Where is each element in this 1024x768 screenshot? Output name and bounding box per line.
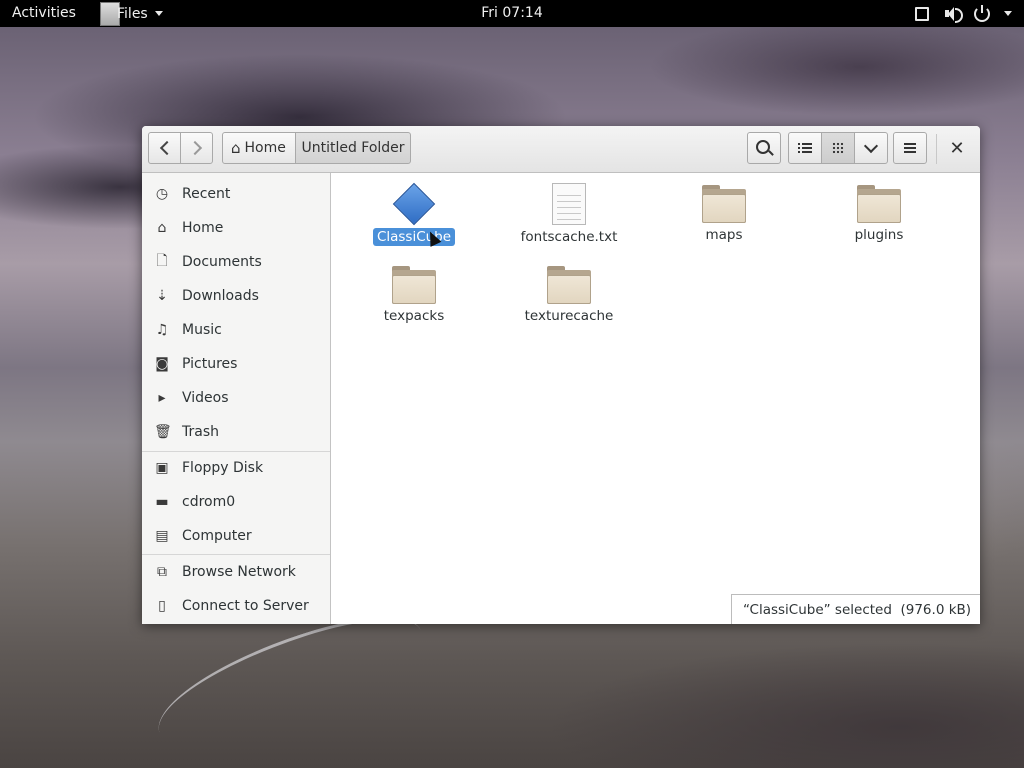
close-icon: ✕ xyxy=(949,137,965,159)
menu-button[interactable] xyxy=(893,132,927,164)
sidebar-item-home[interactable]: ⌂ Home xyxy=(142,211,330,245)
sidebar-item-browse-network[interactable]: ⧉ Browse Network xyxy=(142,555,330,589)
breadcrumb-current-label: Untitled Folder xyxy=(301,140,405,156)
power-icon[interactable] xyxy=(974,4,990,22)
file-item-maps[interactable]: maps xyxy=(659,185,789,244)
sidebar-item-label: Trash xyxy=(182,424,219,440)
network-icon: ⧉ xyxy=(157,564,167,580)
clock[interactable]: Fri 07:14 xyxy=(0,5,1024,21)
chevron-down-icon xyxy=(863,138,879,153)
header-separator xyxy=(936,134,937,164)
file-item-label: fontscache.txt xyxy=(520,229,618,245)
sidebar-item-label: Home xyxy=(182,220,224,236)
view-options-button[interactable] xyxy=(854,132,888,164)
chevron-left-icon xyxy=(159,140,174,156)
volume-icon[interactable] xyxy=(944,6,963,23)
folder-icon xyxy=(547,266,591,304)
breadcrumb-home[interactable]: ⌂ Home xyxy=(222,132,296,164)
floppy-disk-icon: ▣ xyxy=(155,460,169,476)
sidebar-item-videos[interactable]: ▸ Videos xyxy=(142,381,330,415)
sidebar-item-recent[interactable]: ◷ Recent xyxy=(142,177,330,211)
documents-icon: 🗋 xyxy=(156,253,168,269)
executable-file-icon xyxy=(392,182,436,226)
file-item-label: texpacks xyxy=(383,308,445,324)
system-menu-arrow-icon[interactable] xyxy=(1004,11,1012,16)
window-icon[interactable] xyxy=(914,6,930,22)
sidebar-item-label: cdrom0 xyxy=(182,494,236,510)
chevron-right-icon xyxy=(187,140,202,156)
status-text: “ClassiCube” selected (976.0 kB) xyxy=(743,601,972,618)
file-item-label: maps xyxy=(705,227,743,243)
list-view-button[interactable] xyxy=(788,132,822,164)
drive-icon: ▬ xyxy=(155,494,169,510)
top-bar: Activities Files Fri 07:14 xyxy=(0,0,1024,27)
search-button[interactable] xyxy=(747,132,781,164)
trash-icon: 🗑 xyxy=(154,424,172,440)
file-item-label: texturecache xyxy=(524,308,614,324)
grid-view-button[interactable] xyxy=(821,132,855,164)
pictures-icon: ◙ xyxy=(155,356,169,372)
recent-icon: ◷ xyxy=(155,186,169,202)
grid-view-icon xyxy=(832,142,844,154)
sidebar-item-label: Connect to Server xyxy=(182,598,309,614)
system-tray[interactable] xyxy=(914,0,1012,27)
sidebar-item-label: Browse Network xyxy=(182,564,296,580)
home-icon: ⌂ xyxy=(231,139,241,157)
status-overlay: “ClassiCube” selected (976.0 kB) xyxy=(731,594,980,624)
file-item-classicube[interactable]: ClassiCube xyxy=(349,182,479,246)
videos-icon: ▸ xyxy=(158,390,166,406)
sidebar-item-pictures[interactable]: ◙ Pictures xyxy=(142,347,330,381)
sidebar-item-trash[interactable]: 🗑 Trash xyxy=(142,415,330,449)
sidebar-item-connect-to-server[interactable]: ▯ Connect to Server xyxy=(142,589,330,623)
sidebar-item-documents[interactable]: 🗋 Documents xyxy=(142,245,330,279)
sidebar-item-label: Music xyxy=(182,322,222,338)
sidebar-item-label: Pictures xyxy=(182,356,238,372)
server-icon: ▯ xyxy=(158,598,166,614)
folder-icon xyxy=(857,185,901,223)
sidebar-item-cdrom0[interactable]: ▬ cdrom0 xyxy=(142,485,330,519)
file-item-label: ClassiCube xyxy=(372,228,456,246)
file-item-texpacks[interactable]: texpacks xyxy=(349,266,479,325)
downloads-icon: ⇣ xyxy=(156,288,168,304)
files-window: ⌂ Home Untitled Folder ✕ ◷ Recent ⌂ Home… xyxy=(142,126,980,624)
sidebar-item-floppy-disk[interactable]: ▣ Floppy Disk xyxy=(142,451,330,485)
search-icon xyxy=(755,139,770,154)
sidebar: ◷ Recent ⌂ Home 🗋 Documents ⇣ Downloads … xyxy=(142,173,331,624)
sidebar-item-label: Floppy Disk xyxy=(182,460,264,476)
forward-button[interactable] xyxy=(180,132,213,164)
music-icon: ♫ xyxy=(155,322,169,338)
sidebar-item-label: Computer xyxy=(182,528,252,544)
sidebar-item-label: Documents xyxy=(182,254,262,270)
breadcrumb-current-folder[interactable]: Untitled Folder xyxy=(295,132,411,164)
hamburger-menu-icon xyxy=(904,143,916,153)
back-button[interactable] xyxy=(148,132,181,164)
sidebar-item-computer[interactable]: ▤ Computer xyxy=(142,519,330,553)
sidebar-item-label: Videos xyxy=(182,390,229,406)
list-view-icon xyxy=(798,142,812,154)
close-button[interactable]: ✕ xyxy=(942,132,972,164)
folder-icon xyxy=(702,185,746,223)
file-item-plugins[interactable]: plugins xyxy=(814,185,944,244)
text-file-icon xyxy=(552,183,586,225)
computer-icon: ▤ xyxy=(155,528,169,544)
file-item-fontscache[interactable]: fontscache.txt xyxy=(504,183,634,246)
breadcrumb-home-label: Home xyxy=(244,140,286,156)
home-icon: ⌂ xyxy=(157,220,167,236)
sidebar-item-music[interactable]: ♫ Music xyxy=(142,313,330,347)
sidebar-item-label: Recent xyxy=(182,186,231,202)
file-item-label: plugins xyxy=(854,227,904,243)
file-item-texturecache[interactable]: texturecache xyxy=(504,266,634,325)
sidebar-item-downloads[interactable]: ⇣ Downloads xyxy=(142,279,330,313)
sidebar-item-label: Downloads xyxy=(182,288,259,304)
header-bar: ⌂ Home Untitled Folder ✕ xyxy=(142,126,980,173)
folder-icon xyxy=(392,266,436,304)
